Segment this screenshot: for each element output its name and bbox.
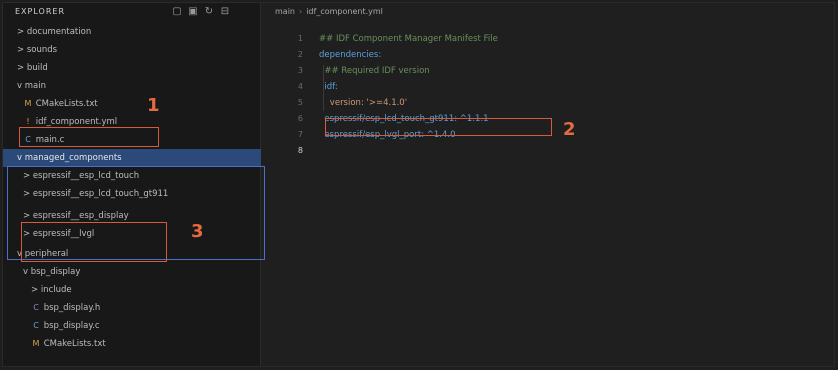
line-number: 3 <box>297 66 303 75</box>
line-number: 2 <box>297 50 303 59</box>
c-file-icon: C <box>33 321 39 330</box>
line-number: 4 <box>297 82 303 91</box>
annotation-box-2 <box>325 118 552 136</box>
line-number-gutter: 1 2 3 4 5 6 7 8 <box>279 31 303 159</box>
tree-item-documentation[interactable]: > documentation <box>3 23 274 41</box>
breadcrumb: main › idf_component.yml <box>275 7 383 16</box>
code-line: ## Required IDF version <box>319 66 430 76</box>
code-line: version: '>=4.1.0' <box>319 98 408 108</box>
explorer-header: EXPLORER ▢ ▣ ↻ ⊟ <box>3 3 260 23</box>
line-number: 6 <box>297 114 303 123</box>
tree-item-cmakelists-2[interactable]: M CMakeLists.txt <box>3 335 288 353</box>
tree-item-bsp-display[interactable]: v bsp_display <box>3 263 280 281</box>
line-number: 7 <box>297 130 303 139</box>
tree-item-sounds[interactable]: > sounds <box>3 41 274 59</box>
annotation-number-3: 3 <box>191 221 204 242</box>
code-line: dependencies: <box>319 50 382 60</box>
breadcrumb-folder[interactable]: main <box>275 7 295 16</box>
breadcrumb-separator: › <box>299 7 303 16</box>
line-number: 8 <box>297 146 303 155</box>
annotation-number-1: 1 <box>147 95 160 116</box>
code-editor: main › idf_component.yml 1 2 3 4 5 6 7 8 #… <box>261 3 834 366</box>
code-line: idf: <box>319 82 338 92</box>
new-folder-icon[interactable]: ▣ <box>187 6 199 18</box>
line-number: 5 <box>297 98 303 107</box>
tree-item-include[interactable]: > include <box>3 281 288 299</box>
breadcrumb-file[interactable]: idf_component.yml <box>306 7 383 16</box>
refresh-icon[interactable]: ↻ <box>203 6 215 18</box>
code-line: ## IDF Component Manager Manifest File <box>319 34 498 44</box>
tree-item-bsp-display-h[interactable]: C bsp_display.h <box>3 299 288 317</box>
annotation-number-2: 2 <box>563 119 576 140</box>
cmake-file-icon: M <box>24 99 32 108</box>
tree-item-cmakelists[interactable]: M CMakeLists.txt <box>3 95 280 113</box>
tree-item-build[interactable]: > build <box>3 59 274 77</box>
line-number: 1 <box>297 34 303 43</box>
collapse-icon[interactable]: ⊟ <box>219 6 231 18</box>
annotation-box-1 <box>19 127 159 147</box>
explorer-title: EXPLORER <box>15 7 65 16</box>
explorer-actions: ▢ ▣ ↻ ⊟ <box>171 6 231 18</box>
annotation-box-3 <box>21 222 167 262</box>
tree-item-bsp-display-c[interactable]: C bsp_display.c <box>3 317 288 335</box>
cmake-file-icon: M <box>32 339 40 348</box>
h-file-icon: C <box>33 303 39 312</box>
tree-item-managed-components[interactable]: v managed_components <box>3 149 274 167</box>
code-area[interactable]: ## IDF Component Manager Manifest File d… <box>319 31 498 159</box>
new-file-icon[interactable]: ▢ <box>171 6 183 18</box>
tree-item-main[interactable]: v main <box>3 77 274 95</box>
ide-window: EXPLORER ▢ ▣ ↻ ⊟ > documentation > sound… <box>2 2 835 367</box>
